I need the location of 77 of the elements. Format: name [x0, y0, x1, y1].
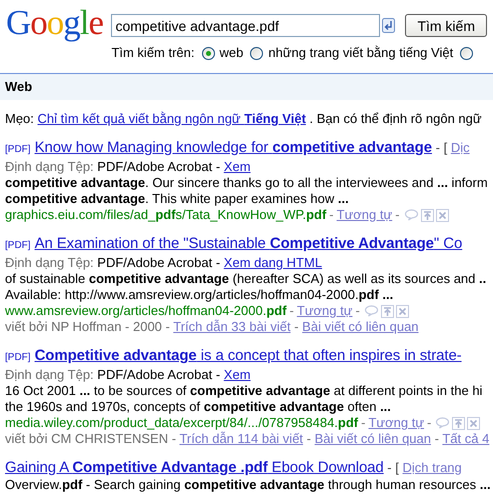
comment-icon[interactable] [364, 305, 379, 317]
snippet-text: Overview.pdf - Search gaining competitive advantage through human resources ... [5, 477, 491, 492]
scope-label: Tìm kiếm trên: [111, 45, 195, 61]
separator: - [395, 207, 400, 223]
language-link[interactable]: Chỉ tìm kết quả viết bằng ngôn ngữ Tiếng Việt [38, 111, 306, 126]
search-field[interactable]: competitive advantage.pdf [111, 14, 380, 37]
result-url: media.wiley.com/product_data/excerpt/84/.../0787958484.pdf [5, 415, 358, 431]
remove-icon[interactable] [467, 416, 480, 430]
comment-icon[interactable] [435, 417, 450, 429]
separator: - [216, 367, 222, 382]
separator: - [216, 159, 222, 174]
snippet-text: 16 Oct 2001 ... to be sources of competitive advantage at different points in the hi [5, 383, 482, 398]
promote-icon[interactable] [380, 304, 394, 318]
radio-button[interactable] [250, 46, 264, 60]
author-text: viết bởi NP Hoffman - 2000 [5, 319, 162, 334]
tip-text: . Bạn có thể định rõ ngôn ngữ [308, 111, 482, 126]
result-title[interactable]: An Examination of the "Sustainable Competitive Advantage" Co [34, 235, 462, 252]
result-url: graphics.eiu.com/files/ad_pdfs/Tata_KnowHow_WP.pdf [5, 207, 326, 223]
view-link[interactable]: Xem [224, 367, 251, 382]
tip-label: Mẹo: [5, 111, 35, 126]
format-text: PDF/Adobe Acrobat [97, 255, 214, 270]
search-button[interactable]: Tìm kiếm [405, 14, 487, 37]
google-logo[interactable]: Google [6, 4, 104, 42]
format-label: Định dạng Tệp: [5, 367, 95, 382]
separator: - [216, 255, 222, 270]
result-title[interactable]: Know how Managing knowledge for competitive advantage [34, 139, 432, 156]
separator: - [361, 415, 366, 431]
author-text: viết bởi CM CHRISTENSEN [5, 431, 168, 446]
related-link[interactable]: Trích dẫn 114 bài viết [179, 431, 304, 446]
format-text: PDF/Adobe Acrobat [97, 367, 214, 382]
pdf-tag: [PDF] [5, 352, 31, 363]
radio-label[interactable]: những trang viết bằng tiếng Việt [268, 45, 454, 61]
snippet-text: competitive advantage. Our sincere thanks go to all the interviewees and ... inform [5, 175, 488, 190]
promote-icon[interactable] [452, 416, 466, 430]
pdf-tag: [PDF] [5, 144, 31, 155]
radio-button[interactable] [202, 46, 215, 60]
translate-link[interactable]: Dịc [450, 140, 470, 155]
similar-link[interactable]: Tương tự [296, 303, 352, 319]
comment-icon[interactable] [404, 209, 419, 221]
view-link[interactable]: Xem [224, 159, 251, 174]
separator: - [427, 415, 432, 431]
result-title[interactable]: Gaining A Competitive Advantage .pdf Ebook Download [5, 459, 384, 476]
separator: - [306, 431, 312, 446]
format-label: Định dạng Tệp: [5, 159, 95, 174]
snippet-text: competitive advantage. This white paper examines how ... [5, 191, 349, 206]
pdf-tag: [PDF] [5, 240, 31, 251]
title-suffix: - [ [386, 460, 400, 475]
radio-button[interactable] [460, 46, 474, 60]
separator: - [170, 431, 178, 446]
remove-icon[interactable] [396, 304, 409, 318]
snippet-text: the 1960s and 1970s, concepts of competitive advantage often ... [5, 399, 391, 414]
separator: - [329, 207, 334, 223]
related-link[interactable]: Tất cả 4 [442, 431, 490, 446]
view-link[interactable]: Xem dang HTML [224, 255, 322, 270]
section-title: Web [5, 79, 32, 95]
related-link[interactable]: Trích dẫn 33 bài viết [173, 319, 291, 334]
separator: - [290, 303, 294, 319]
snippet-text: of sustainable competitive advantage (hereafter SCA) as well as its sources and .. [5, 271, 486, 286]
result-url: www.amsreview.org/articles/hoffman04-2000.pdf [5, 303, 287, 319]
related-link[interactable]: Bài viết có liên quan [314, 431, 431, 446]
keyboard-enter-icon[interactable] [382, 18, 396, 33]
snippet-text: Available: http://www.amsreview.org/articles/hoffman04-2000.pdf ... [5, 287, 394, 302]
similar-link[interactable]: Tương tự [368, 415, 424, 431]
separator: - [434, 431, 440, 446]
result-title[interactable]: Competitive advantage is a concept that often inspires in strate- [34, 347, 462, 364]
title-suffix: - [ [434, 140, 448, 155]
similar-link[interactable]: Tương tự [336, 207, 392, 223]
format-text: PDF/Adobe Acrobat [97, 159, 214, 174]
format-label: Định dạng Tệp: [5, 255, 95, 270]
separator: - [164, 319, 171, 334]
radio-label[interactable]: web [220, 45, 244, 61]
promote-icon[interactable] [420, 208, 434, 222]
remove-icon[interactable] [436, 208, 449, 222]
separator: - [293, 319, 300, 334]
related-link[interactable]: Bài viết có liên quan [302, 319, 419, 334]
translate-link[interactable]: Dịch trang [402, 460, 462, 475]
separator: - [355, 303, 360, 319]
